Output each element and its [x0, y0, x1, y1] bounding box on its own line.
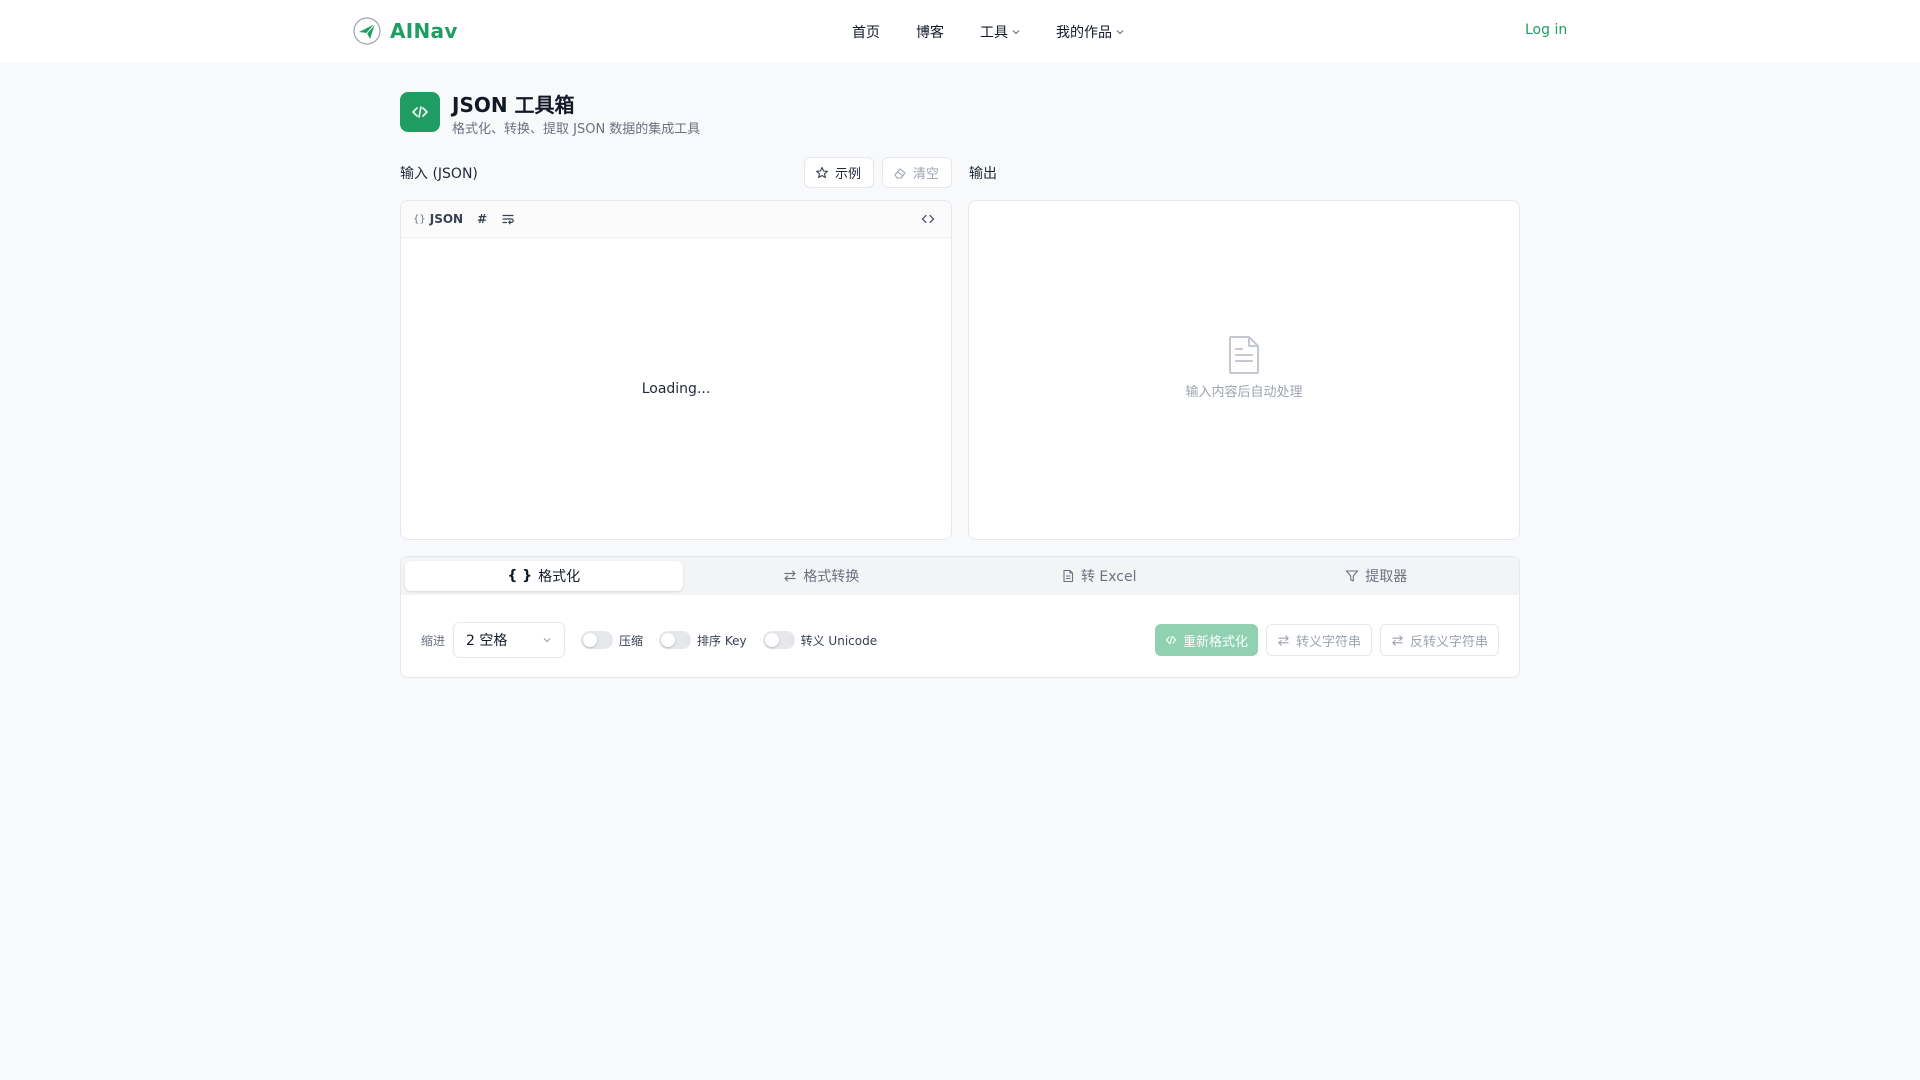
input-editor-panel[interactable]: {} JSON # Loading... — [400, 200, 952, 540]
nav-item-home[interactable]: 首页 — [852, 22, 880, 42]
brand-name: AINav — [390, 19, 458, 43]
escape-string-button[interactable]: 转义字符串 — [1265, 624, 1372, 656]
editor-toolbar: {} JSON # — [401, 201, 951, 238]
line-numbers-button[interactable]: # — [477, 212, 487, 226]
tab-format[interactable]: { } 格式化 — [405, 561, 683, 591]
unescape-string-label: 反转义字符串 — [1409, 634, 1488, 650]
code-icon — [1165, 635, 1177, 645]
tool-tabs: { } 格式化 格式转换 转 Excel 提取器 — [405, 561, 1515, 591]
compress-toggle[interactable]: 压缩 — [581, 631, 643, 649]
toggle-switch[interactable] — [581, 631, 614, 649]
json-mode-label: JSON — [429, 212, 464, 226]
action-buttons: 重新格式化 转义字符串 反转义字符串 — [1154, 624, 1499, 656]
toggle-switch[interactable] — [659, 631, 692, 649]
nav-item-tools[interactable]: 工具 — [980, 22, 1020, 42]
login-link[interactable]: Log in — [1525, 22, 1567, 38]
wrap-text-icon[interactable] — [501, 212, 515, 226]
nav-item-blog[interactable]: 博客 — [916, 22, 944, 42]
tab-excel[interactable]: 转 Excel — [960, 561, 1238, 591]
nav-label: 首页 — [852, 25, 880, 41]
toggle-label: 转义 Unicode — [800, 633, 878, 648]
indent-select-value: 2 空格 — [466, 633, 508, 649]
code-toggle-icon[interactable] — [921, 212, 935, 226]
code-icon — [400, 92, 440, 132]
escape-unicode-toggle[interactable]: 转义 Unicode — [762, 631, 878, 649]
file-icon — [1063, 569, 1074, 583]
swap-icon — [784, 570, 796, 582]
tab-label: 格式转换 — [803, 569, 860, 585]
output-panel: 输入内容后自动处理 — [968, 200, 1520, 540]
swap-icon — [1392, 634, 1403, 646]
page-title: JSON 工具箱 — [452, 93, 575, 117]
tab-extractor[interactable]: 提取器 — [1238, 561, 1516, 591]
tab-label: 提取器 — [1365, 569, 1408, 585]
star-icon — [816, 166, 828, 178]
example-button[interactable]: 示例 — [804, 157, 874, 188]
clear-button-label: 清空 — [913, 167, 940, 182]
chevron-down-icon — [543, 638, 551, 643]
output-label: 输出 — [969, 166, 997, 182]
tab-label: 转 Excel — [1080, 569, 1137, 585]
braces-icon: {} — [413, 213, 426, 225]
chevron-down-icon — [1116, 30, 1124, 35]
nav-label: 博客 — [916, 25, 944, 41]
brand-logo-icon — [353, 17, 381, 45]
chevron-down-icon — [1012, 30, 1020, 35]
output-empty-state: 输入内容后自动处理 — [969, 335, 1519, 400]
format-options-row: 缩进 2 空格 压缩 排序 Key 转义 Unicode 重新格式化 转义字符串 — [421, 622, 1499, 658]
nav-label: 工具 — [980, 25, 1008, 41]
reformat-button-label: 重新格式化 — [1182, 634, 1248, 650]
tab-convert[interactable]: 格式转换 — [683, 561, 961, 591]
tab-label: 格式化 — [538, 569, 581, 585]
editor-loading-text: Loading... — [641, 381, 711, 397]
brand[interactable]: AINav — [353, 17, 458, 45]
input-label: 输入 (JSON) — [400, 166, 478, 182]
indent-select[interactable]: 2 空格 — [453, 622, 566, 658]
top-navbar: AINav 首页 博客 工具 我的作品 Log in — [0, 0, 1920, 63]
indent-label: 缩进 — [421, 633, 446, 648]
toggle-label: 压缩 — [619, 633, 644, 648]
toggle-label: 排序 Key — [697, 633, 747, 648]
output-empty-text: 输入内容后自动处理 — [1185, 385, 1303, 400]
braces-icon: { } — [507, 568, 533, 584]
main-nav: 首页 博客 工具 我的作品 — [852, 22, 1160, 42]
escape-string-label: 转义字符串 — [1295, 634, 1361, 650]
clear-button[interactable]: 清空 — [882, 157, 952, 188]
filter-icon — [1346, 570, 1359, 582]
unescape-string-button[interactable]: 反转义字符串 — [1379, 624, 1499, 656]
nav-item-my-works[interactable]: 我的作品 — [1056, 22, 1124, 42]
options-panel: { } 格式化 格式转换 转 Excel 提取器 缩进 2 空格 压缩 排序 K… — [400, 556, 1520, 678]
toggle-switch[interactable] — [762, 631, 795, 649]
json-mode-tag[interactable]: {} JSON — [413, 212, 463, 226]
reformat-button[interactable]: 重新格式化 — [1154, 624, 1258, 656]
eraser-icon — [894, 167, 906, 179]
page-subtitle: 格式化、转换、提取 JSON 数据的集成工具 — [452, 122, 701, 137]
example-button-label: 示例 — [835, 167, 862, 182]
sort-keys-toggle[interactable]: 排序 Key — [659, 631, 747, 649]
nav-label: 我的作品 — [1056, 25, 1112, 41]
file-text-icon — [1229, 336, 1259, 374]
swap-icon — [1278, 634, 1289, 646]
